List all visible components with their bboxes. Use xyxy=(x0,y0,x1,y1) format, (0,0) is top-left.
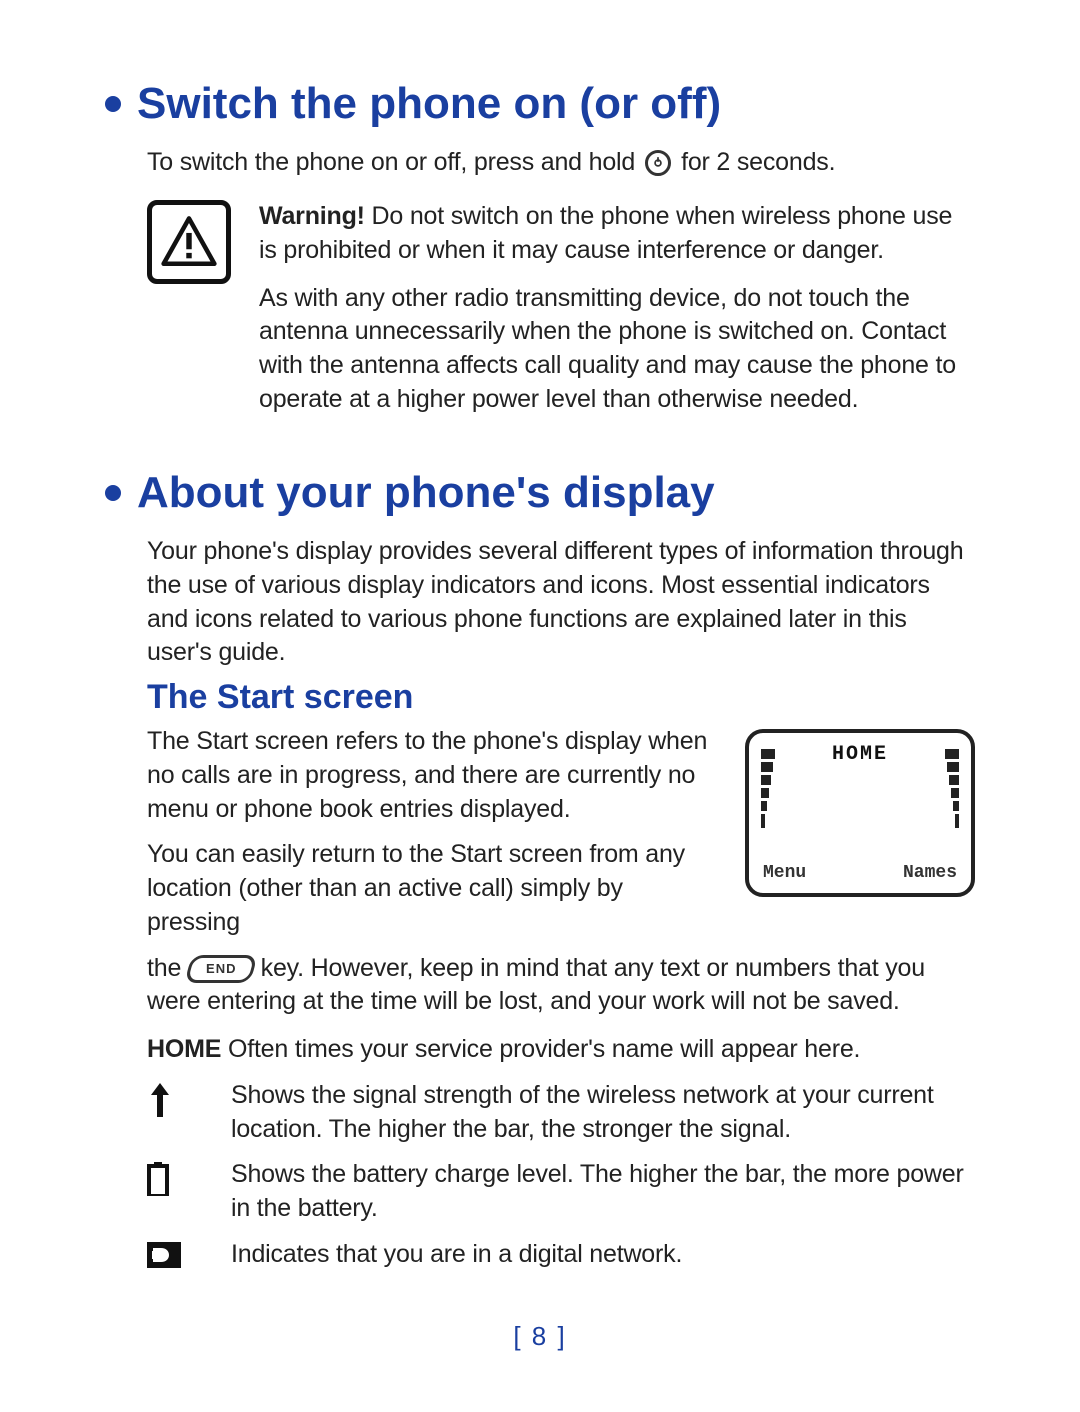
warning-label: Warning! xyxy=(259,202,365,230)
end-key-icon: END xyxy=(184,955,258,983)
subheading-start-screen: The Start screen xyxy=(147,678,975,717)
display-intro-paragraph: Your phone's display provides several di… xyxy=(147,535,975,670)
definition-row-battery: Shows the battery charge level. The high… xyxy=(147,1158,975,1226)
start-p2a: You can easily return to the Start scree… xyxy=(147,838,717,939)
warning-icon xyxy=(147,200,231,284)
warning-text: Warning! Do not switch on the phone when… xyxy=(259,200,975,431)
bullet-icon xyxy=(105,96,121,112)
start-p1: The Start screen refers to the phone's d… xyxy=(147,725,717,826)
softkey-right: Names xyxy=(903,863,957,883)
def-battery-text: Shows the battery charge level. The high… xyxy=(231,1158,975,1226)
softkey-left: Menu xyxy=(763,863,806,883)
home-definition: HOME Often times your service provider's… xyxy=(147,1033,975,1067)
definition-row-digital: Indicates that you are in a digital netw… xyxy=(147,1238,975,1272)
start-screen-text: The Start screen refers to the phone's d… xyxy=(147,725,717,952)
battery-bar-icon xyxy=(945,749,959,828)
heading-text: About your phone's display xyxy=(137,469,715,517)
intro-after: for 2 seconds. xyxy=(681,146,835,180)
p2b-after: key. However, keep in mind that any text… xyxy=(147,954,925,1016)
definition-row-signal: Shows the signal strength of the wireles… xyxy=(147,1079,975,1147)
heading-text: Switch the phone on (or off) xyxy=(137,80,721,128)
bullet-icon xyxy=(105,485,121,501)
intro-before: To switch the phone on or off, press and… xyxy=(147,146,635,180)
section-heading-about-display: About your phone's display xyxy=(105,469,975,517)
home-desc: Often times your service provider's name… xyxy=(221,1035,860,1063)
warning-line-2: As with any other radio transmitting dev… xyxy=(259,282,975,417)
signal-strength-icon xyxy=(147,1079,207,1147)
screen-softkey-row: Menu Names xyxy=(763,863,957,883)
section-heading-switch-phone: Switch the phone on (or off) xyxy=(105,80,975,128)
start-screen-row: The Start screen refers to the phone's d… xyxy=(147,725,975,952)
digital-network-icon xyxy=(147,1238,207,1272)
p2b-before: the xyxy=(147,954,181,982)
warning-line-1: Warning! Do not switch on the phone when… xyxy=(259,200,975,268)
def-digital-text: Indicates that you are in a digital netw… xyxy=(231,1238,975,1272)
warning-block: Warning! Do not switch on the phone when… xyxy=(147,200,975,431)
document-page: Switch the phone on (or off) To switch t… xyxy=(0,0,1080,1412)
signal-bar-icon xyxy=(761,749,775,828)
power-button-icon xyxy=(645,150,671,176)
page-number: [ 8 ] xyxy=(0,1321,1080,1352)
start-p2b: the END key. However, keep in mind that … xyxy=(147,952,975,1020)
phone-screen-illustration: HOME Menu Names xyxy=(745,729,975,897)
screen-home-label: HOME xyxy=(761,743,959,766)
intro-paragraph: To switch the phone on or off, press and… xyxy=(147,146,975,180)
battery-icon xyxy=(147,1158,207,1226)
def-signal-text: Shows the signal strength of the wireles… xyxy=(231,1079,975,1147)
home-label: HOME xyxy=(147,1035,221,1063)
